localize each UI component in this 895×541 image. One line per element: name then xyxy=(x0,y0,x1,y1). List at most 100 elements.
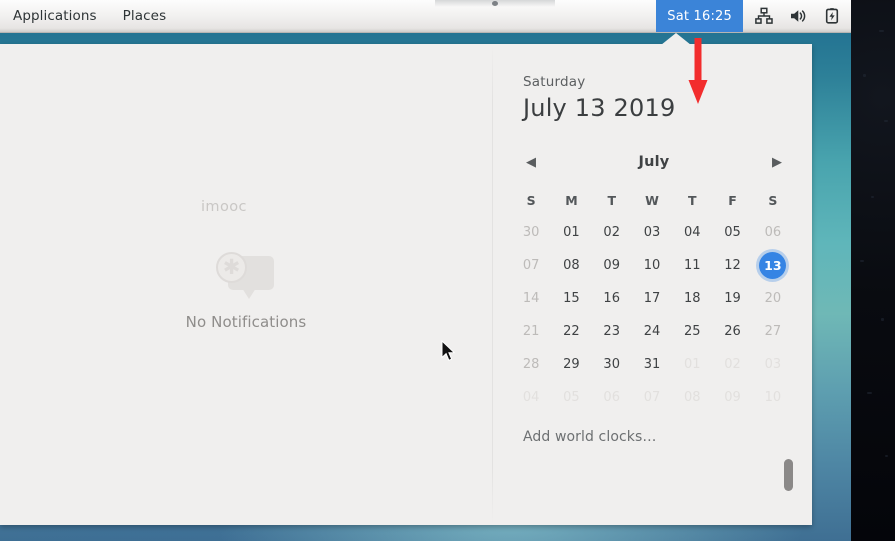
calendar-dayname: F xyxy=(728,193,737,208)
calendar-day-label: 30 xyxy=(522,225,540,240)
calendar-week-row: 14 15 16 17 18 19 20 xyxy=(511,282,793,315)
calendar-day[interactable]: 10 xyxy=(753,381,793,414)
menu-applications[interactable]: Applications xyxy=(0,0,110,32)
add-world-clocks-link[interactable]: Add world clocks… xyxy=(523,429,657,445)
calendar-day[interactable]: 19 xyxy=(712,282,752,315)
calendar-month-nav: ◀ July ▶ xyxy=(519,150,789,174)
calendar-day[interactable]: 22 xyxy=(551,315,591,348)
calendar-day[interactable]: 06 xyxy=(753,216,793,249)
calendar-day[interactable]: 09 xyxy=(712,381,752,414)
calendar-scrollbar-thumb[interactable] xyxy=(784,459,793,491)
calendar-day[interactable]: 01 xyxy=(551,216,591,249)
calendar-day-today[interactable]: 13 xyxy=(753,249,793,282)
calendar-day[interactable]: 23 xyxy=(592,315,632,348)
calendar-day[interactable]: 08 xyxy=(672,381,712,414)
calendar-day-label: 02 xyxy=(603,225,620,240)
calendar-day-label: 27 xyxy=(764,324,782,339)
calendar-day-label: 10 xyxy=(764,390,782,405)
calendar-day-label: 03 xyxy=(764,357,782,372)
calendar-day[interactable]: 17 xyxy=(632,282,672,315)
calendar-day[interactable]: 27 xyxy=(753,315,793,348)
calendar-day[interactable]: 03 xyxy=(632,216,672,249)
calendar-day-label: 21 xyxy=(522,324,540,339)
calendar-day-label: 30 xyxy=(603,357,620,372)
calendar-day[interactable]: 06 xyxy=(592,381,632,414)
calendar-day-label: 06 xyxy=(603,390,620,405)
calendar-day-label: 23 xyxy=(603,324,620,339)
calendar-day[interactable]: 03 xyxy=(753,348,793,381)
calendar-day[interactable]: 30 xyxy=(511,216,551,249)
calendar-day[interactable]: 30 xyxy=(592,348,632,381)
no-notifications-label: No Notifications xyxy=(185,313,307,331)
calendar-week-row: 07 08 09 10 11 12 13 xyxy=(511,249,793,282)
calendar-header-row: SMTWTFS xyxy=(511,187,793,216)
calendar-day[interactable]: 09 xyxy=(592,249,632,282)
network-icon[interactable] xyxy=(755,7,773,25)
calendar-day-label: 03 xyxy=(643,225,661,240)
calendar-week-row: 21 22 23 24 25 26 27 xyxy=(511,315,793,348)
calendar-day[interactable]: 04 xyxy=(511,381,551,414)
calendar-day[interactable]: 05 xyxy=(712,216,752,249)
calendar-day[interactable]: 01 xyxy=(672,348,712,381)
calendar-day[interactable]: 26 xyxy=(712,315,752,348)
calendar-dayname: M xyxy=(565,193,578,208)
calendar-day-label: 09 xyxy=(724,390,741,405)
calendar-day[interactable]: 15 xyxy=(551,282,591,315)
calendar-day-label: 22 xyxy=(563,324,580,339)
calendar-day-label: 15 xyxy=(563,291,580,306)
calendar-day-label: 14 xyxy=(522,291,540,306)
imooc-watermark: imooc xyxy=(201,199,247,215)
calendar-day[interactable]: 11 xyxy=(672,249,712,282)
menu-places[interactable]: Places xyxy=(110,0,180,32)
notification-bubble-icon: ✱ xyxy=(216,252,276,300)
calendar-day-label: 17 xyxy=(643,291,661,306)
calendar-day[interactable]: 28 xyxy=(511,348,551,381)
calendar-day[interactable]: 25 xyxy=(672,315,712,348)
calendar-day[interactable]: 05 xyxy=(551,381,591,414)
calendar-day-label: 18 xyxy=(683,291,701,306)
panel-top-dot xyxy=(492,1,498,6)
calendar-day[interactable]: 02 xyxy=(592,216,632,249)
calendar-full-date: July 13 2019 xyxy=(523,94,676,122)
calendar-day[interactable]: 12 xyxy=(712,249,752,282)
calendar-day-label: 04 xyxy=(522,390,540,405)
calendar-week-row: 28 29 30 31 01 02 03 xyxy=(511,348,793,381)
volume-icon[interactable] xyxy=(789,7,807,25)
calendar-day-label: 06 xyxy=(764,225,782,240)
panel-clock-button[interactable]: Sat 16:25 xyxy=(656,0,743,32)
calendar-day-label: 19 xyxy=(724,291,741,306)
calendar-popup: imooc ✱ No Notifications Saturday July 1… xyxy=(0,44,812,525)
calendar-day[interactable]: 16 xyxy=(592,282,632,315)
calendar-day[interactable]: 29 xyxy=(551,348,591,381)
calendar-day[interactable]: 04 xyxy=(672,216,712,249)
calendar-day[interactable]: 08 xyxy=(551,249,591,282)
calendar-day[interactable]: 20 xyxy=(753,282,793,315)
prev-month-icon[interactable]: ◀ xyxy=(519,150,543,174)
calendar-day-label: 25 xyxy=(683,324,701,339)
calendar-day[interactable]: 18 xyxy=(672,282,712,315)
menu-applications-label: Applications xyxy=(13,8,97,24)
calendar-day[interactable]: 21 xyxy=(511,315,551,348)
calendar-day-label: 28 xyxy=(522,357,540,372)
calendar-day-label: 01 xyxy=(683,357,701,372)
calendar-day[interactable]: 02 xyxy=(712,348,752,381)
battery-charging-icon[interactable] xyxy=(823,7,841,25)
top-panel: Applications Places Sat 16:25 xyxy=(0,0,851,33)
calendar-day[interactable]: 07 xyxy=(632,381,672,414)
calendar-day[interactable]: 07 xyxy=(511,249,551,282)
calendar-dayname: W xyxy=(645,193,659,208)
mouse-pointer-cursor xyxy=(441,339,457,367)
calendar-day[interactable]: 31 xyxy=(632,348,672,381)
calendar-day[interactable]: 10 xyxy=(632,249,672,282)
calendar-day[interactable]: 24 xyxy=(632,315,672,348)
calendar-month-label: July xyxy=(638,154,670,170)
popup-column-divider xyxy=(492,44,493,525)
calendar-day[interactable]: 14 xyxy=(511,282,551,315)
calendar-day-label: 08 xyxy=(683,390,701,405)
next-month-icon[interactable]: ▶ xyxy=(765,150,789,174)
calendar-dayname: S xyxy=(768,193,778,208)
calendar-day-label: 29 xyxy=(563,357,580,372)
notifications-pane: imooc ✱ No Notifications xyxy=(0,44,492,525)
calendar-day-label: 01 xyxy=(563,225,580,240)
calendar-day-label: 09 xyxy=(603,258,620,273)
